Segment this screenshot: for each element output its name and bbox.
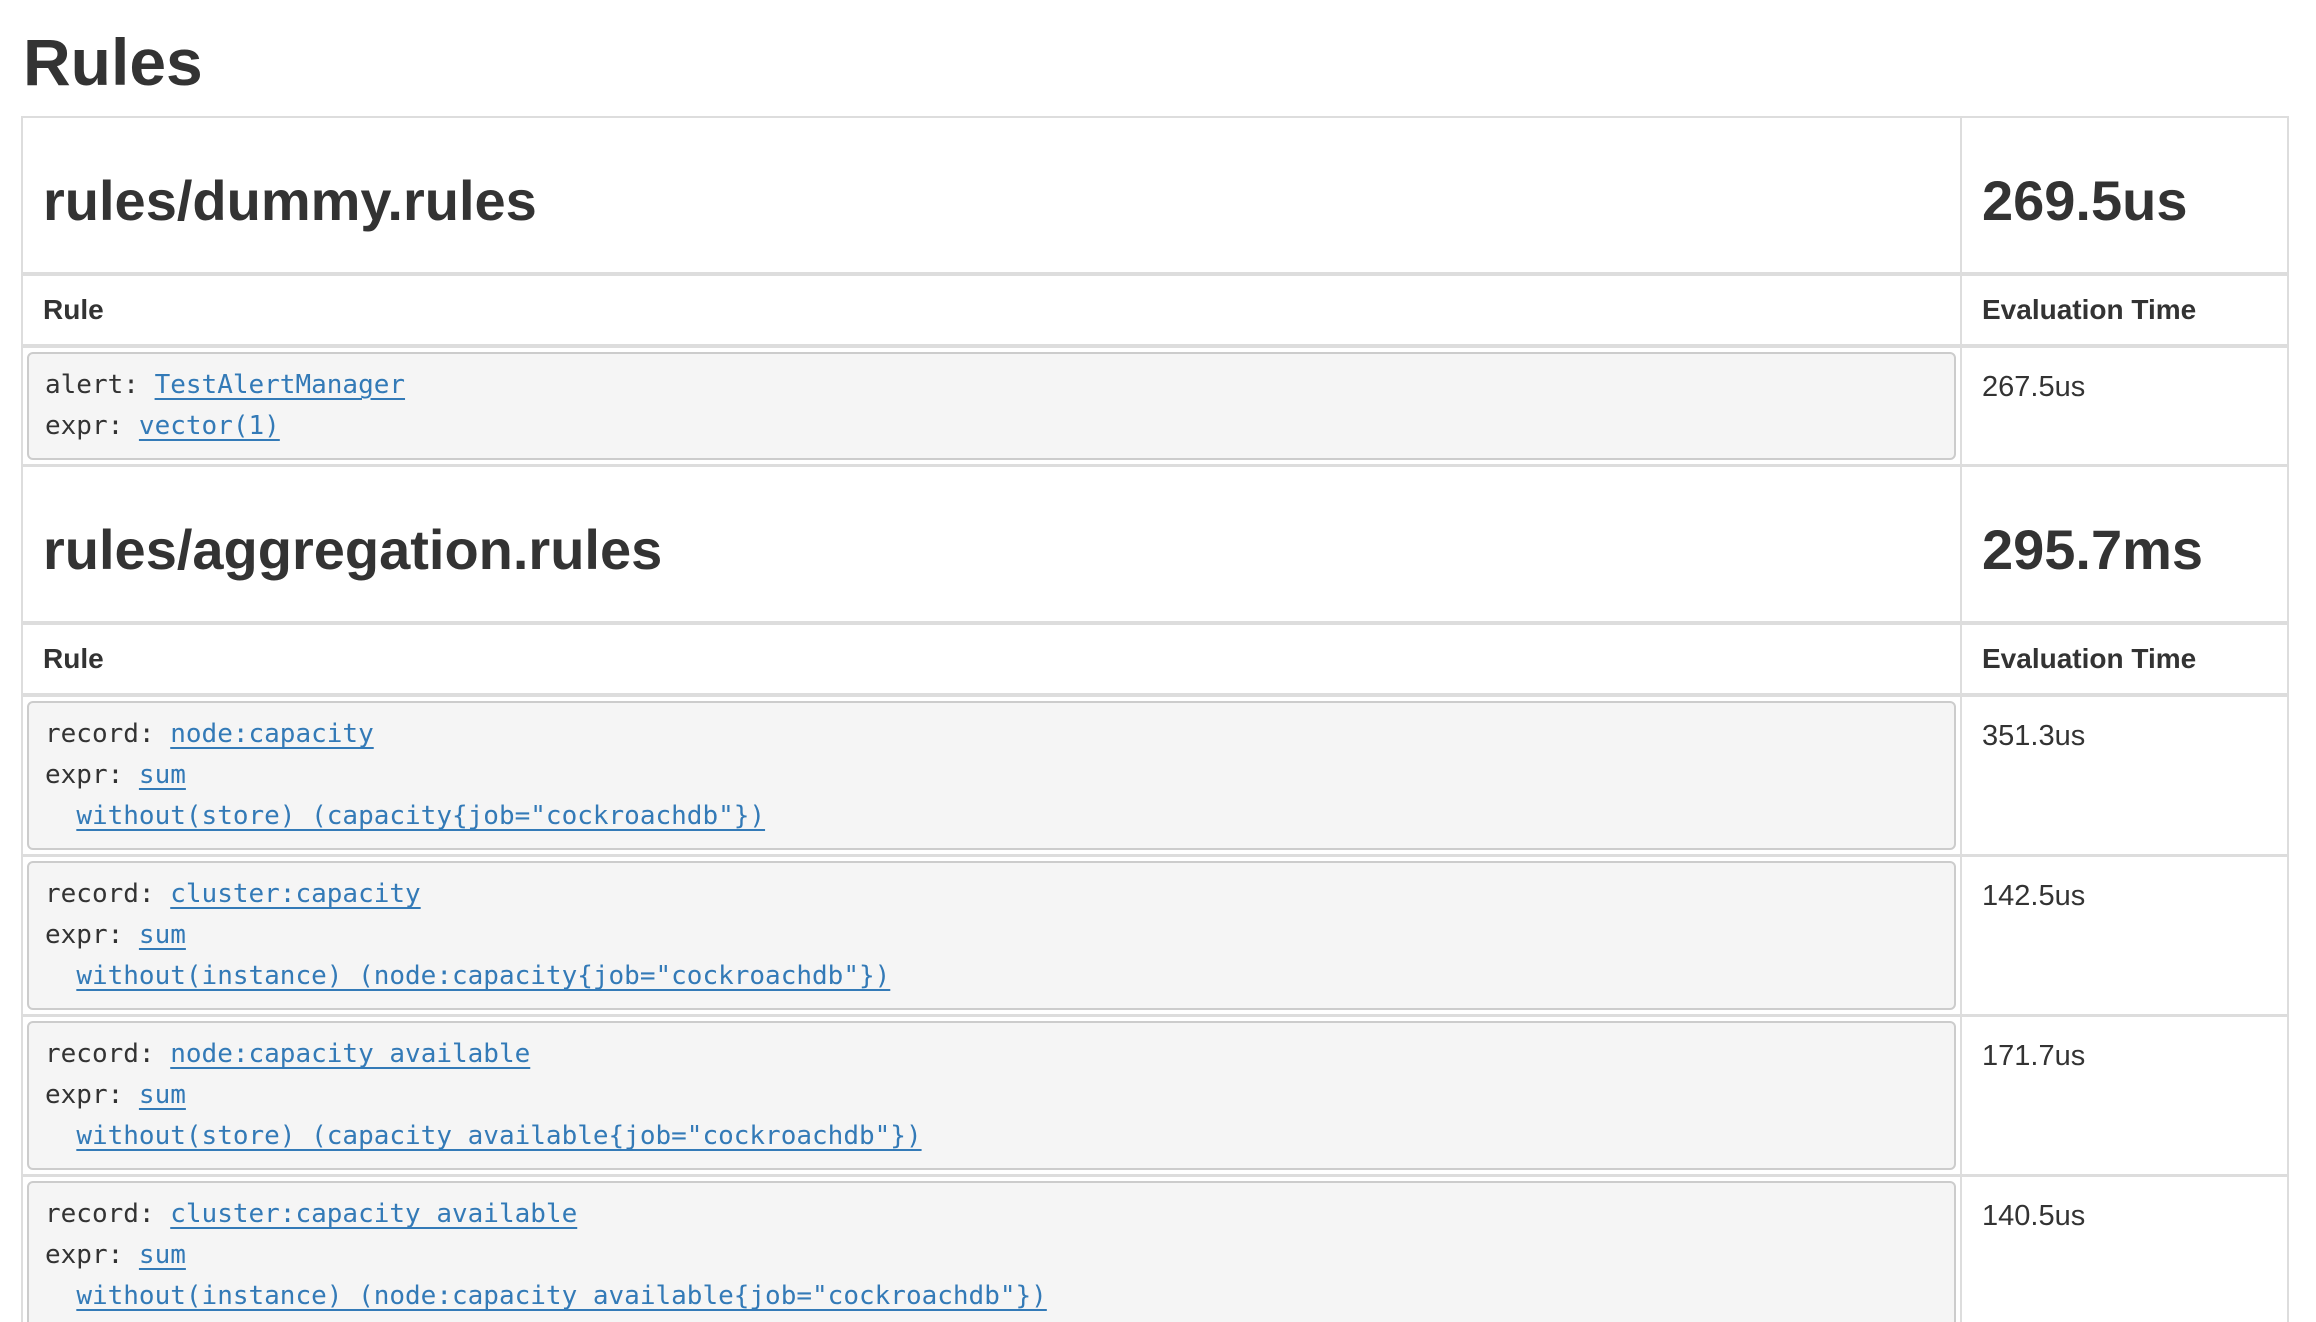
rule-definition: record: cluster:capacity expr: sum withou… [27, 861, 1956, 1010]
rule-row: alert: TestAlertManager expr: vector(1) 2… [22, 346, 2288, 466]
column-header-row: Rule Evaluation Time [22, 623, 2288, 695]
expr-indent [45, 1281, 76, 1311]
column-header-row: Rule Evaluation Time [22, 274, 2288, 346]
expr-keyword: expr: [45, 760, 139, 790]
group-name: rules/aggregation.rules [43, 519, 1940, 581]
rule-definition: record: cluster:capacity_availableexpr: … [27, 1181, 1956, 1322]
eval-time-column-header: Evaluation Time [1961, 274, 2288, 346]
record-keyword: record: [45, 1199, 170, 1229]
expr-link[interactable]: vector(1) [139, 411, 280, 441]
expr-keyword: expr: [45, 1080, 139, 1110]
rule-eval-time: 171.7us [1961, 1016, 2288, 1176]
rule-eval-time: 142.5us [1961, 856, 2288, 1016]
record-keyword: record: [45, 879, 170, 909]
record-keyword: record: [45, 1039, 170, 1069]
eval-time-column-header: Evaluation Time [1961, 623, 2288, 695]
group-name: rules/dummy.rules [43, 170, 1940, 232]
expr-indent [45, 801, 76, 831]
group-eval-time: 295.7ms [1982, 519, 2267, 581]
expr-keyword: expr: [45, 920, 139, 950]
expr-continuation-link[interactable]: without(store) (capacity{job="cockroachd… [76, 801, 765, 831]
rule-row: record: node:capacity_available expr: sum… [22, 1016, 2288, 1176]
alert-name-link[interactable]: TestAlertManager [155, 370, 405, 400]
record-name-link[interactable]: node:capacity_available [170, 1039, 530, 1069]
rule-eval-time: 351.3us [1961, 695, 2288, 856]
rule-column-header: Rule [22, 274, 1961, 346]
expr-keyword: expr: [45, 411, 139, 441]
rule-definition: alert: TestAlertManager expr: vector(1) [27, 352, 1956, 460]
expr-link[interactable]: sum [139, 1240, 186, 1270]
rules-table: rules/dummy.rules 269.5us Rule Evaluatio… [21, 116, 2289, 1322]
expr-keyword: expr: [45, 1240, 139, 1270]
rule-eval-time: 140.5us [1961, 1176, 2288, 1322]
rule-group-header-row: rules/aggregation.rules 295.7ms [22, 466, 2288, 624]
rule-column-header: Rule [22, 623, 1961, 695]
expr-link[interactable]: sum [139, 760, 186, 790]
expr-link[interactable]: sum [139, 920, 186, 950]
rule-group-header-row: rules/dummy.rules 269.5us [22, 117, 2288, 274]
rule-row: record: cluster:capacity expr: sum withou… [22, 856, 2288, 1016]
record-name-link[interactable]: node:capacity [170, 719, 374, 749]
rule-row: record: cluster:capacity_availableexpr: … [22, 1176, 2288, 1322]
record-keyword: record: [45, 719, 170, 749]
rule-definition: record: node:capacity expr: sum without(s… [27, 701, 1956, 850]
alert-keyword: alert: [45, 370, 155, 400]
expr-continuation-link[interactable]: without(instance) (node:capacity{job="co… [76, 961, 890, 991]
expr-continuation-link[interactable]: without(instance) (node:capacity_availab… [76, 1281, 1047, 1311]
page-title: Rules [23, 26, 2289, 98]
record-name-link[interactable]: cluster:capacity [170, 879, 420, 909]
record-name-link[interactable]: cluster:capacity_available [170, 1199, 577, 1229]
expr-link[interactable]: sum [139, 1080, 186, 1110]
rule-definition: record: node:capacity_available expr: sum… [27, 1021, 1956, 1170]
group-eval-time: 269.5us [1982, 170, 2267, 232]
rule-eval-time: 267.5us [1961, 346, 2288, 466]
expr-indent [45, 1121, 76, 1151]
rule-row: record: node:capacity expr: sum without(s… [22, 695, 2288, 856]
rules-page: Rules rules/dummy.rules 269.5us Rule Eva… [0, 0, 2316, 1322]
expr-indent [45, 961, 76, 991]
expr-continuation-link[interactable]: without(store) (capacity_available{job="… [76, 1121, 921, 1151]
